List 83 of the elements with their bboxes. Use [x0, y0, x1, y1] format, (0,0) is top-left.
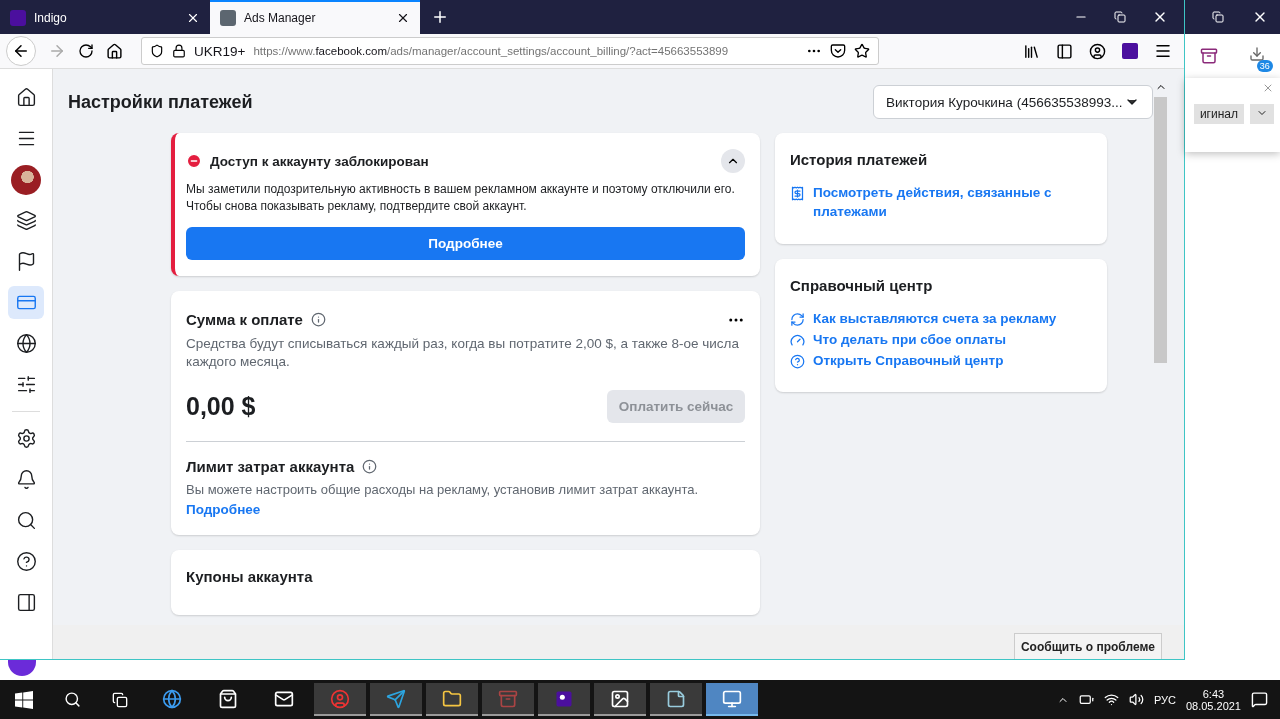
- card-title: История платежей: [790, 151, 929, 168]
- bell-icon: [15, 469, 37, 490]
- card-title: Лимит затрат аккаунта: [186, 458, 355, 476]
- billing-description: Средства будут списываться каждый раз, когда вы потратите 2,00 $, а также 8-ое числа каждого месяца.: [186, 334, 740, 372]
- info-icon[interactable]: [362, 459, 378, 475]
- page-title: Настройки платежей: [68, 91, 253, 113]
- notifications-icon[interactable]: [1251, 691, 1268, 708]
- clock[interactable]: 6:43 08.05.2021: [1185, 687, 1241, 712]
- taskbar-app[interactable]: [426, 683, 478, 716]
- restore-icon[interactable]: [1212, 11, 1224, 23]
- limit-description: Вы можете настроить общие расходы на рекламу, установив лимит затрат аккаунта.: [186, 481, 700, 500]
- url-text: https://www.facebook.com/ads/manager/account_settings/account_billing/?act=45663553899: [253, 45, 730, 57]
- browser-tab[interactable]: Ads Manager: [210, 0, 420, 34]
- blocked-icon: [186, 153, 202, 169]
- site-label: UKR19+: [194, 43, 246, 59]
- home-icon[interactable]: [106, 42, 123, 60]
- account-icon[interactable]: [1089, 42, 1106, 60]
- folder-icon: [442, 688, 462, 709]
- alert-text: Мы заметили подозрительную активность в вашем рекламном аккаунте и поэтому отключили его. Чтобы снова показывать рекламу, подтвердите свой аккаунт.: [186, 181, 736, 215]
- close-icon[interactable]: [186, 11, 200, 25]
- gauge-icon: [790, 332, 805, 348]
- plus-icon: [431, 8, 449, 26]
- favicon-icon: [10, 10, 26, 26]
- search-icon: [63, 691, 81, 708]
- panel-icon: [15, 592, 37, 613]
- taskbar-app[interactable]: [650, 683, 702, 716]
- stacked-cards-icon: [15, 210, 37, 231]
- report-problem-button[interactable]: Сообщить о проблеме: [1013, 633, 1162, 659]
- sidebar-icon[interactable]: [1056, 42, 1073, 60]
- taskbar-app[interactable]: [594, 683, 646, 716]
- home-icon: [15, 87, 37, 108]
- pocket-icon[interactable]: [830, 43, 846, 59]
- card-title: Справочный центр: [790, 276, 934, 294]
- help-link[interactable]: Посмотреть действия, связанные с платежами: [813, 184, 1073, 222]
- settings-icon: [15, 428, 37, 449]
- browser-tab[interactable]: Indigo: [0, 0, 210, 34]
- archive-icon[interactable]: [1200, 47, 1219, 65]
- download-count: 36: [1256, 60, 1273, 72]
- search-icon: [15, 510, 37, 531]
- favicon-icon: [220, 10, 236, 26]
- avatar: [11, 164, 41, 195]
- card-title: Купоны аккаунта: [186, 568, 314, 586]
- photos-icon: [610, 688, 630, 709]
- language-indicator[interactable]: РУС: [1153, 693, 1176, 706]
- help-link[interactable]: Как выставляются счета за рекламу: [813, 309, 1057, 329]
- receipt-icon: [790, 186, 805, 201]
- alert-title: Доступ к аккаунту заблокирован: [210, 153, 429, 169]
- battery-icon[interactable]: [1078, 692, 1094, 707]
- task-view-icon: [112, 691, 128, 708]
- help-link[interactable]: Что делать при сбое оплаты: [813, 330, 1006, 350]
- lock-icon: [172, 44, 186, 58]
- back-button[interactable]: [6, 36, 36, 66]
- address-bar[interactable]: UKR19+ https://www.facebook.com/ads/manager/account_settings/account_billing/?act=45663553899: [141, 37, 879, 65]
- original-button[interactable]: игинал: [1193, 104, 1244, 124]
- credit-card-nav-button[interactable]: [8, 286, 44, 319]
- telegram-icon: [386, 688, 406, 709]
- library-icon[interactable]: [1023, 42, 1040, 60]
- card-title: Сумма к оплате: [186, 311, 303, 329]
- wifi-icon[interactable]: [1103, 692, 1119, 707]
- windows-icon: [15, 690, 33, 709]
- sliders-icon: [15, 374, 37, 395]
- help-icon: [15, 551, 37, 572]
- help-link[interactable]: Открыть Справочный центр: [813, 351, 1004, 371]
- learn-more-link[interactable]: Подробнее: [186, 501, 261, 517]
- amount-due: 0,00 $: [186, 392, 256, 422]
- shield-icon: [150, 44, 164, 58]
- notes-icon: [666, 688, 686, 709]
- download-icon[interactable]: [1248, 46, 1265, 62]
- help-icon: [790, 353, 805, 369]
- close-icon[interactable]: [396, 11, 410, 25]
- store-icon: [218, 688, 238, 709]
- star-icon[interactable]: [854, 43, 870, 59]
- info-icon[interactable]: [310, 312, 326, 328]
- restore-icon[interactable]: [1114, 11, 1126, 23]
- volume-icon[interactable]: [1128, 692, 1144, 707]
- archive-icon: [498, 688, 518, 709]
- globe-icon: [15, 333, 37, 354]
- details-button[interactable]: Подробнее: [186, 226, 745, 260]
- reload-icon[interactable]: [78, 43, 94, 59]
- collapse-button[interactable]: [721, 149, 745, 173]
- account-dropdown[interactable]: Виктория Курочкина (456635538993...: [873, 85, 1153, 119]
- menu-icon[interactable]: [1154, 42, 1172, 60]
- refresh-icon: [790, 311, 805, 327]
